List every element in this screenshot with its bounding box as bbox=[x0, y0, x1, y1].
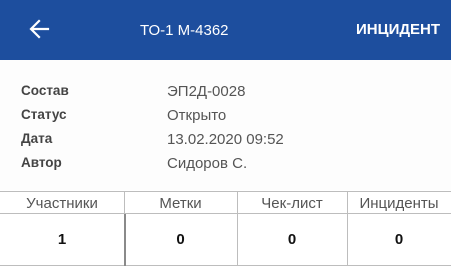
info-label: Дата bbox=[21, 131, 53, 146]
info-label: Автор bbox=[21, 155, 62, 170]
info-value: ЭП2Д-0028 bbox=[167, 83, 246, 100]
info-label: Статус bbox=[21, 107, 67, 122]
checklist-count[interactable]: 0 bbox=[237, 214, 347, 266]
column-divider-selected bbox=[124, 214, 126, 266]
info-row-author: Автор Сидоров С. bbox=[0, 155, 451, 175]
column-divider bbox=[347, 191, 348, 266]
back-button[interactable] bbox=[26, 15, 54, 43]
page-title: ТО-1 М-4362 bbox=[140, 22, 229, 39]
arrow-left-icon bbox=[29, 19, 50, 39]
info-row-status: Статус Открыто bbox=[0, 107, 451, 127]
incident-button[interactable]: ИНЦИДЕНТ bbox=[356, 21, 440, 38]
info-value: 13.02.2020 09:52 bbox=[167, 131, 284, 148]
info-panel: Состав ЭП2Д-0028 Статус Открыто Дата 13.… bbox=[0, 60, 451, 190]
incidents-count[interactable]: 0 bbox=[347, 214, 451, 266]
tab-checklist[interactable]: Чек-лист bbox=[237, 191, 347, 214]
tab-incidents[interactable]: Инциденты bbox=[347, 191, 451, 214]
tab-participants[interactable]: Участники bbox=[0, 191, 124, 214]
info-row-date: Дата 13.02.2020 09:52 bbox=[0, 131, 451, 151]
info-value: Сидоров С. bbox=[167, 155, 248, 172]
info-value: Открыто bbox=[167, 107, 227, 124]
tab-tags[interactable]: Метки bbox=[124, 191, 237, 214]
info-row-composition: Состав ЭП2Д-0028 bbox=[0, 83, 451, 103]
tabs-table: Участники Метки Чек-лист Инциденты 1 0 0… bbox=[0, 191, 451, 277]
participants-count[interactable]: 1 bbox=[0, 214, 124, 266]
app-bar: ТО-1 М-4362 ИНЦИДЕНТ bbox=[0, 0, 451, 60]
column-divider bbox=[237, 191, 238, 266]
info-label: Состав bbox=[21, 83, 69, 98]
tags-count[interactable]: 0 bbox=[124, 214, 237, 266]
